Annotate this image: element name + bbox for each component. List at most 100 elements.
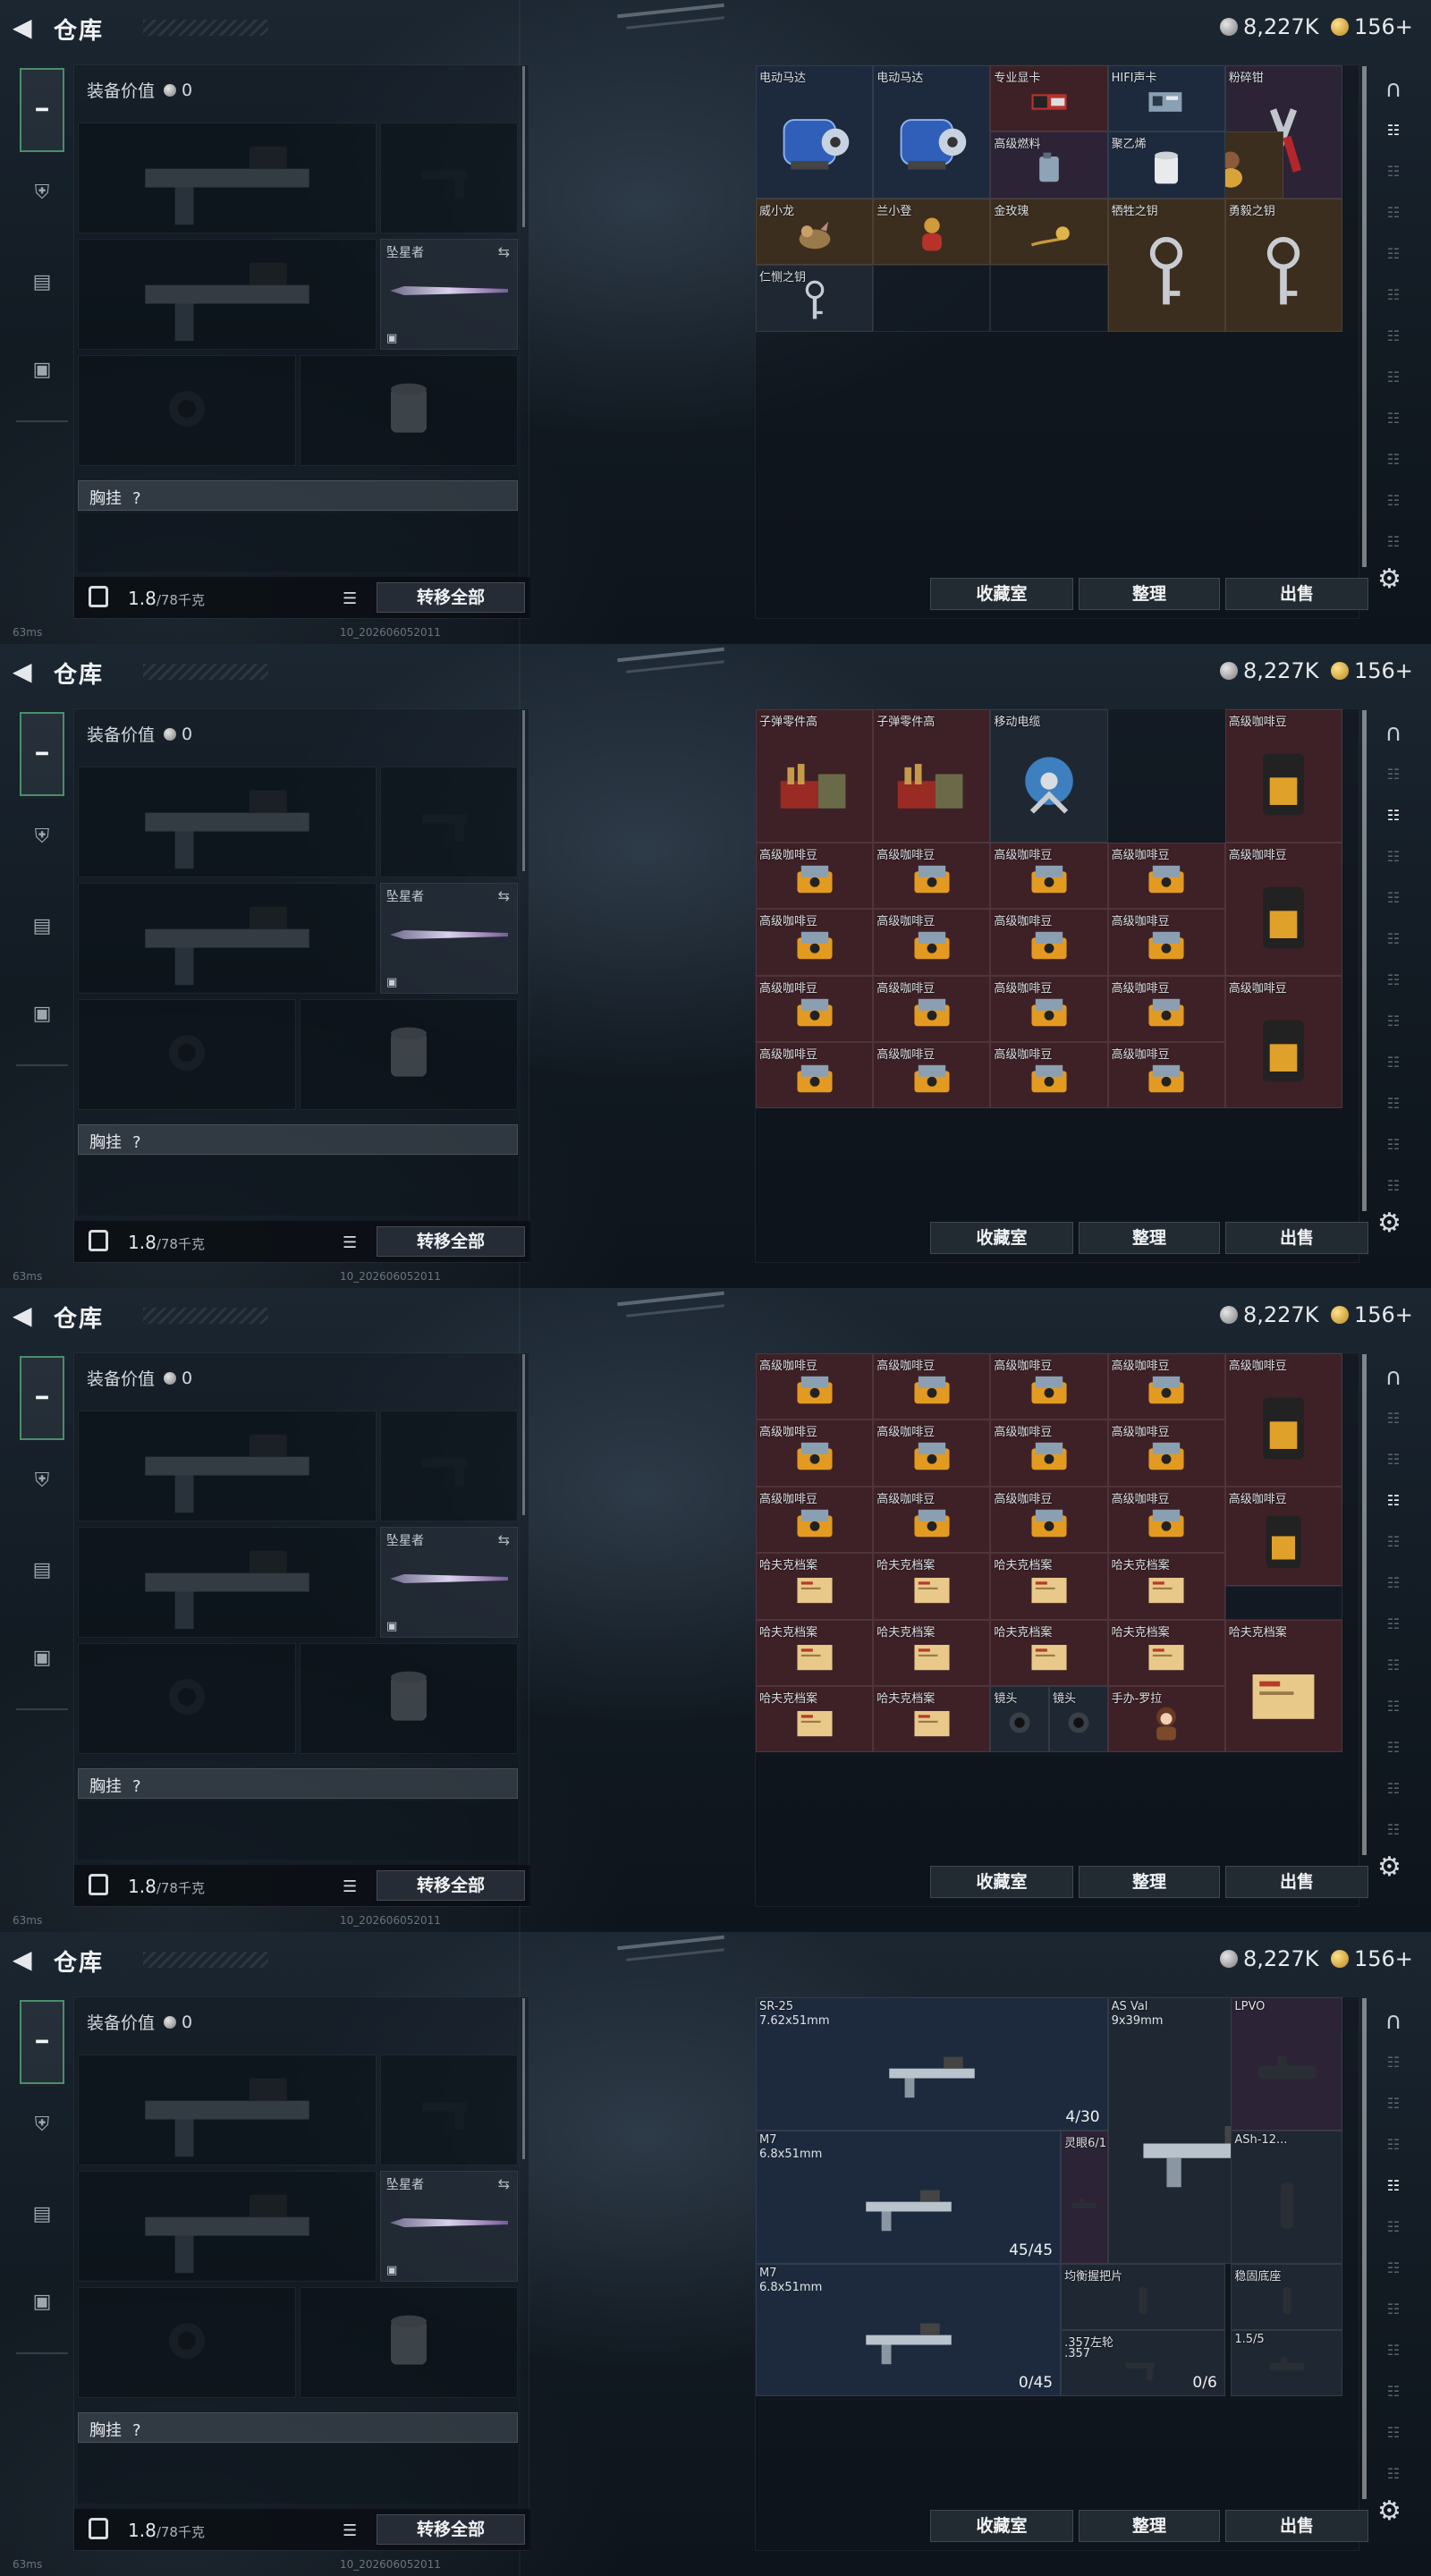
page-8-icon[interactable]: ☷ [1374,401,1413,436]
chest-rig-help[interactable]: ? [132,1133,141,1152]
page-4-icon[interactable]: ☷ [1374,2168,1413,2204]
page-1-icon[interactable]: ☷ [1374,757,1413,792]
page-10-icon[interactable]: ☷ [1374,1127,1413,1163]
storage-item[interactable]: 高级咖啡豆 [756,1042,874,1109]
storage-item[interactable]: 电动马达 [873,65,991,199]
storage-item[interactable]: .357左轮 .357 0/6 [1061,2330,1225,2397]
page-1-icon[interactable]: ☷ [1374,1401,1413,1436]
storage-item[interactable]: 高级咖啡豆 [1107,1353,1225,1420]
storage-item[interactable]: 高级咖啡豆 [873,1353,991,1420]
page-9-icon[interactable]: ☷ [1374,1086,1413,1122]
storage-item[interactable]: 兰小登 [873,198,991,266]
page-9-icon[interactable]: ☷ [1374,1730,1413,1766]
sort-button[interactable]: 整理 [1079,1222,1220,1254]
page-11-icon[interactable]: ☷ [1374,1812,1413,1848]
page-9-icon[interactable]: ☷ [1374,442,1413,478]
collection-icon[interactable]: ∩ [1374,716,1413,751]
storage-item[interactable]: 手办-罗拉 [1107,1686,1225,1753]
storage-item[interactable]: 高级咖啡豆 [873,1419,991,1487]
page-6-icon[interactable]: ☷ [1374,1606,1413,1642]
swap-icon[interactable]: ⇆ [498,243,510,260]
sell-button[interactable]: 出售 [1225,1866,1368,1898]
swap-icon[interactable]: ⇆ [498,1531,510,1548]
storage-item[interactable]: 稳固底座 [1231,2263,1342,2330]
case-tab-icon[interactable]: ▣ [20,991,64,1036]
collection-icon[interactable]: ∩ [1374,2004,1413,2039]
storage-item[interactable]: 哈夫克档案 [873,1553,991,1620]
storage-item[interactable]: 专业显卡 [990,65,1108,132]
page-6-icon[interactable]: ☷ [1374,318,1413,354]
collection-room-button[interactable]: 收藏室 [930,1866,1073,1898]
storage-item[interactable]: 高级咖啡豆 [990,842,1108,910]
storage-item[interactable]: 子弹零件高 [873,709,991,843]
settings-gear-icon[interactable]: ⚙ [1377,564,1401,595]
storage-item[interactable]: 高级咖啡豆 [756,975,874,1042]
storage-item[interactable]: 镜头 [1049,1686,1108,1753]
weapon-tab-icon[interactable]: ━ [20,712,64,796]
storage-item[interactable]: 高级咖啡豆 [990,1353,1108,1420]
backpack-tab-icon[interactable]: ▤ [20,903,64,948]
pistol-slot[interactable] [380,767,518,877]
storage-item[interactable]: 哈夫克档案 [1107,1619,1225,1686]
secondary-weapon-slot[interactable] [78,239,377,350]
helmet-slot[interactable] [78,1643,296,1754]
storage-item[interactable]: 哈夫克档案 [756,1686,874,1753]
page-5-icon[interactable]: ☷ [1374,2209,1413,2245]
back-arrow-icon[interactable]: ◀ [13,1947,36,1972]
gold-currency[interactable]: 156+ [1331,658,1413,683]
sort-button[interactable]: 整理 [1079,2510,1220,2542]
page-4-icon[interactable]: ☷ [1374,1524,1413,1560]
page-7-icon[interactable]: ☷ [1374,1004,1413,1039]
storage-item[interactable]: 均衡握把片 [1061,2263,1225,2330]
storage-item[interactable]: 高级咖啡豆 [756,842,874,910]
gold-currency[interactable]: 156+ [1331,14,1413,39]
case-tab-icon[interactable]: ▣ [20,1635,64,1680]
storage-item[interactable]: 高级咖啡豆 [1224,842,1342,976]
left-scrollbar[interactable] [522,1354,525,1515]
page-8-icon[interactable]: ☷ [1374,1689,1413,1724]
list-icon[interactable]: ☰ [343,2521,357,2540]
collection-room-button[interactable]: 收藏室 [930,578,1073,610]
storage-item[interactable]: 1.5/5 [1231,2330,1342,2397]
sort-button[interactable]: 整理 [1079,1866,1220,1898]
storage-item[interactable]: 高级咖啡豆 [873,975,991,1042]
storage-item[interactable]: 高级咖啡豆 [756,1486,874,1554]
storage-item[interactable]: 高级咖啡豆 [1107,909,1225,976]
backpack-tab-icon[interactable]: ▤ [20,2191,64,2236]
page-3-icon[interactable]: ☷ [1374,839,1413,875]
page-10-icon[interactable]: ☷ [1374,2415,1413,2451]
left-scrollbar[interactable] [522,710,525,871]
storage-item[interactable]: 高级咖啡豆 [756,909,874,976]
page-3-icon[interactable]: ☷ [1374,195,1413,231]
storage-item[interactable]: 高级咖啡豆 [990,909,1108,976]
list-icon[interactable]: ☰ [343,589,357,608]
helmet-slot[interactable] [78,2287,296,2398]
storage-item[interactable]: 高级咖啡豆 [990,975,1108,1042]
sell-button[interactable]: 出售 [1225,1222,1368,1254]
storage-item[interactable]: 高级咖啡豆 [1224,1486,1342,1587]
storage-item[interactable]: 哈夫克档案 [873,1619,991,1686]
storage-item[interactable]: 移动电缆 [990,709,1108,843]
collection-room-button[interactable]: 收藏室 [930,2510,1073,2542]
settings-gear-icon[interactable]: ⚙ [1377,2496,1401,2527]
settings-gear-icon[interactable]: ⚙ [1377,1852,1401,1883]
back-arrow-icon[interactable]: ◀ [13,1303,36,1328]
chest-rig-slot[interactable]: 胸挂? [78,1768,518,1799]
page-11-icon[interactable]: ☷ [1374,524,1413,560]
page-6-icon[interactable]: ☷ [1374,2250,1413,2286]
page-2-icon[interactable]: ☷ [1374,798,1413,834]
transfer-all-button[interactable]: 转移全部 [377,1870,525,1901]
pistol-slot[interactable] [380,1411,518,1521]
page-3-icon[interactable]: ☷ [1374,2127,1413,2163]
back-arrow-icon[interactable]: ◀ [13,659,36,684]
storage-item[interactable]: 高级咖啡豆 [990,1042,1108,1109]
secondary-weapon-slot[interactable] [78,2171,377,2282]
storage-item[interactable]: 高级咖啡豆 [873,909,991,976]
left-scrollbar[interactable] [522,1998,525,2159]
collection-icon[interactable]: ∩ [1374,72,1413,107]
storage-scrollbar[interactable] [1362,1354,1367,1855]
armor-tab-icon[interactable]: ⛨ [20,814,64,859]
back-arrow-icon[interactable]: ◀ [13,15,36,40]
page-2-icon[interactable]: ☷ [1374,2086,1413,2122]
case-tab-icon[interactable]: ▣ [20,347,64,392]
